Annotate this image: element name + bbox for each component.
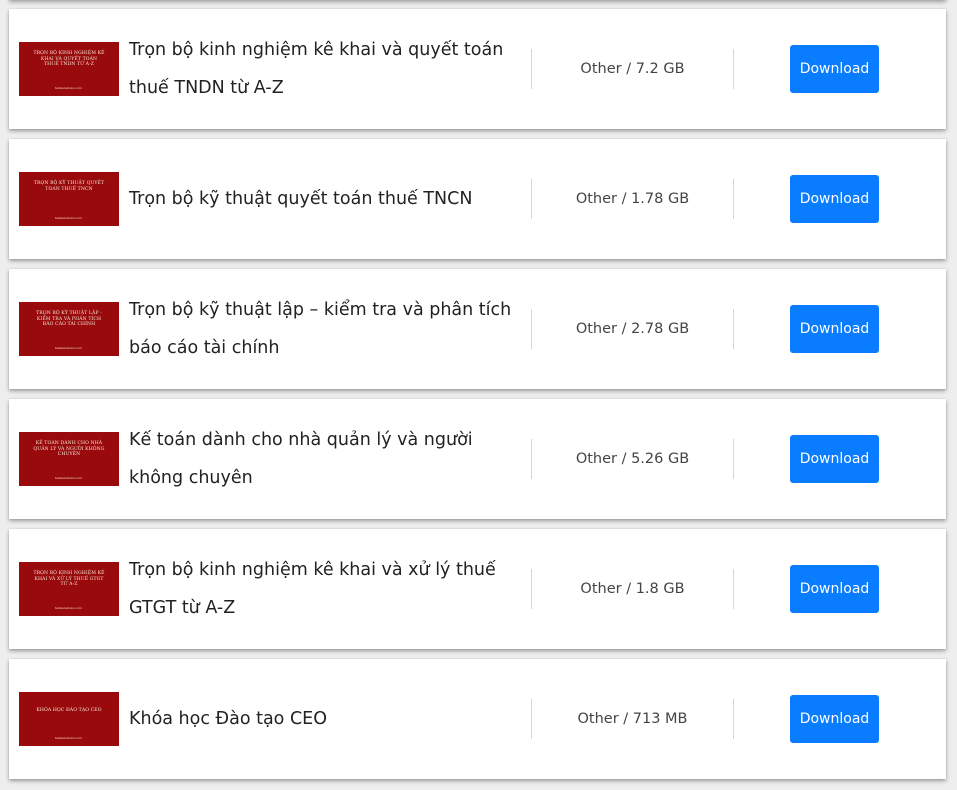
download-button[interactable]: Download — [790, 175, 879, 223]
item-thumbnail[interactable]: Trọn bộ kỹ thuật quyết toán thuế TNCN ta… — [19, 172, 119, 226]
download-list: Trọn bộ kinh nghiệm kê khai và quyết toá… — [0, 0, 957, 790]
item-title[interactable]: Trọn bộ kinh nghiệm kê khai và quyết toá… — [129, 9, 519, 129]
download-button[interactable]: Download — [790, 45, 879, 93]
thumbnail-title: Khóa học Đào tạo CEO — [36, 708, 102, 713]
download-item: Trọn bộ kinh nghiệm kê khai và xử lý thu… — [9, 529, 946, 649]
item-title[interactable]: Trọn bộ kỹ thuật quyết toán thuế TNCN — [129, 139, 519, 259]
item-meta: Other / 2.78 GB — [575, 321, 690, 337]
thumbnail-title: Trọn bộ kinh nghiệm kê khai và quyết toá… — [33, 51, 105, 68]
item-title[interactable]: Kế toán dành cho nhà quản lý và người kh… — [129, 399, 519, 519]
item-title[interactable]: Khóa học Đào tạo CEO — [129, 659, 519, 779]
thumbnail-title: Trọn bộ kinh nghiệm kê khai và xử lý thu… — [33, 571, 105, 588]
thumbnail-site: tailieuketoan.com — [55, 216, 82, 220]
thumbnail-title: Kế toán dành cho nhà quản lý và người kh… — [33, 441, 105, 458]
item-title[interactable]: Trọn bộ kỹ thuật lập – kiểm tra và phân … — [129, 269, 519, 389]
item-thumbnail[interactable]: Trọn bộ kỹ thuật lập - kiểm tra và phân … — [19, 302, 119, 356]
thumbnail-title: Trọn bộ kỹ thuật lập - kiểm tra và phân … — [36, 311, 102, 328]
item-meta: Other / 7.2 GB — [580, 61, 685, 77]
divider — [733, 699, 734, 739]
download-button[interactable]: Download — [790, 695, 879, 743]
download-item: Trọn bộ kỹ thuật quyết toán thuế TNCN ta… — [9, 139, 946, 259]
item-meta: Other / 1.8 GB — [580, 581, 685, 597]
download-button[interactable]: Download — [790, 305, 879, 353]
divider — [733, 179, 734, 219]
item-title[interactable]: Trọn bộ kinh nghiệm kê khai và xử lý thu… — [129, 529, 519, 649]
thumbnail-site: tailieuketoan.com — [55, 606, 82, 610]
item-thumbnail[interactable]: Khóa học Đào tạo CEO tailieuketoan.com — [19, 692, 119, 746]
item-meta: Other / 1.78 GB — [575, 191, 690, 207]
divider — [733, 439, 734, 479]
thumbnail-site: tailieuketoan.com — [55, 346, 82, 350]
item-thumbnail[interactable]: Trọn bộ kinh nghiệm kê khai và quyết toá… — [19, 42, 119, 96]
item-meta: Other / 5.26 GB — [575, 451, 690, 467]
divider — [733, 309, 734, 349]
download-item: Trọn bộ kỹ thuật lập - kiểm tra và phân … — [9, 269, 946, 389]
divider — [733, 49, 734, 89]
download-button[interactable]: Download — [790, 435, 879, 483]
item-thumbnail[interactable]: Trọn bộ kinh nghiệm kê khai và xử lý thu… — [19, 562, 119, 616]
thumbnail-title: Trọn bộ kỹ thuật quyết toán thuế TNCN — [33, 181, 105, 192]
item-meta: Other / 713 MB — [577, 711, 688, 727]
divider — [733, 569, 734, 609]
download-button[interactable]: Download — [790, 565, 879, 613]
thumbnail-site: tailieuketoan.com — [55, 86, 82, 90]
thumbnail-site: tailieuketoan.com — [55, 476, 82, 480]
thumbnail-site: tailieuketoan.com — [55, 736, 82, 740]
download-item: Kế toán dành cho nhà quản lý và người kh… — [9, 399, 946, 519]
download-item: Trọn bộ kinh nghiệm kê khai và quyết toá… — [9, 9, 946, 129]
item-thumbnail[interactable]: Kế toán dành cho nhà quản lý và người kh… — [19, 432, 119, 486]
download-item: Khóa học Đào tạo CEO tailieuketoan.com K… — [9, 659, 946, 779]
